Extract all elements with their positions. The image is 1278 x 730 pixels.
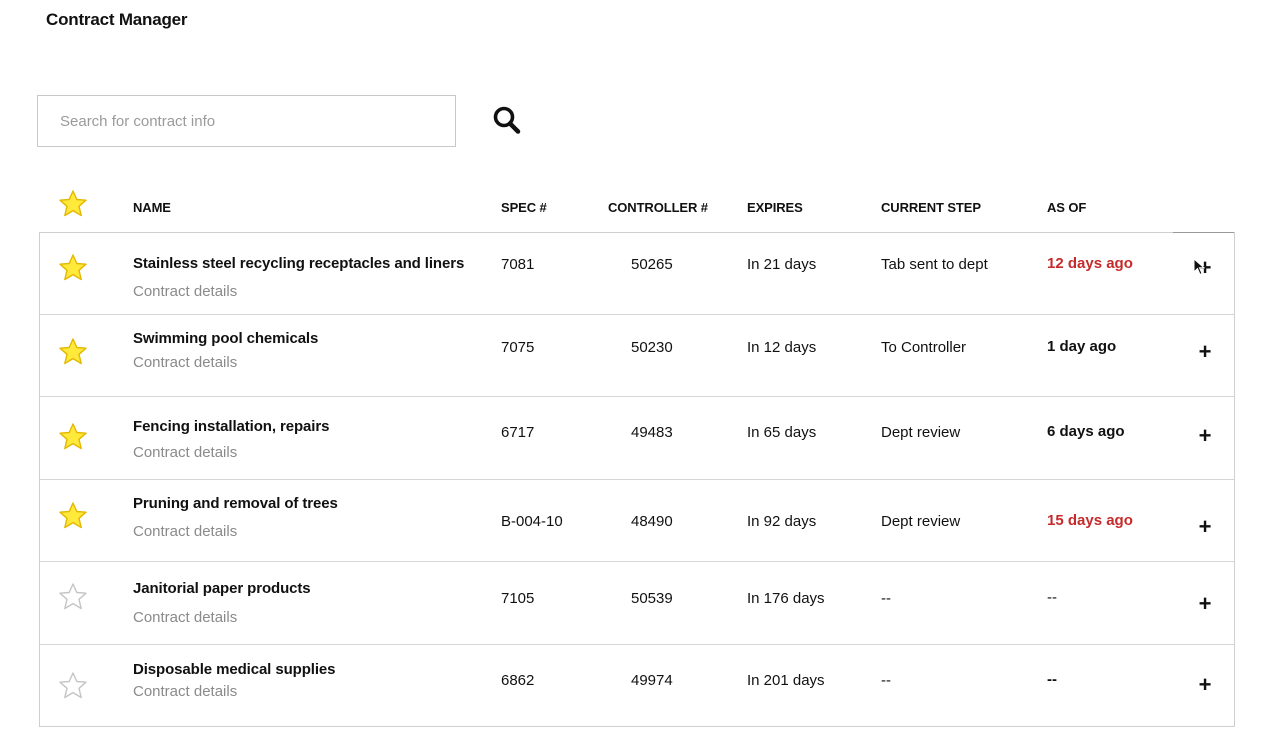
column-header-current-step[interactable]: CURRENT STEP xyxy=(881,200,981,215)
column-header-as-of[interactable]: AS OF xyxy=(1047,200,1086,215)
contract-name[interactable]: Disposable medical supplies xyxy=(133,661,335,678)
contract-details-link[interactable]: Contract details xyxy=(133,683,237,700)
favorites-filter-star-icon[interactable] xyxy=(58,189,88,219)
spec-number: 6717 xyxy=(501,424,535,441)
as-of-text: 15 days ago xyxy=(1047,512,1133,529)
controller-number: 48490 xyxy=(631,513,673,530)
table-row[interactable]: Pruning and removal of trees Contract det… xyxy=(40,480,1234,562)
current-step: Dept review xyxy=(881,424,961,441)
spec-number: 7105 xyxy=(501,590,535,607)
expand-row-button[interactable]: + xyxy=(1195,514,1215,539)
plus-icon: + xyxy=(1198,514,1212,539)
search-button[interactable] xyxy=(490,104,524,136)
expand-row-button[interactable]: + xyxy=(1195,255,1215,280)
controller-number: 49974 xyxy=(631,672,673,689)
current-step: To Controller xyxy=(881,339,967,356)
contract-details-link[interactable]: Contract details xyxy=(133,283,237,300)
contract-name[interactable]: Stainless steel recycling receptacles an… xyxy=(133,255,464,272)
star-empty-icon[interactable] xyxy=(58,582,88,612)
contract-details-link[interactable]: Contract details xyxy=(133,609,237,626)
expand-row-button[interactable]: + xyxy=(1195,672,1215,697)
plus-icon: + xyxy=(1198,423,1212,448)
search-icon xyxy=(493,106,521,134)
controller-number: 50230 xyxy=(631,339,673,356)
expires-text: In 92 days xyxy=(747,513,817,530)
expires-text: In 65 days xyxy=(747,424,817,441)
expand-row-button[interactable]: + xyxy=(1195,423,1215,448)
as-of-text: 1 day ago xyxy=(1047,338,1117,355)
column-header-spec[interactable]: SPEC # xyxy=(501,200,547,215)
spec-number: B-004-10 xyxy=(501,513,563,530)
table-row[interactable]: Fencing installation, repairs Contract de… xyxy=(40,397,1234,480)
current-step: Dept review xyxy=(881,513,961,530)
expires-text: In 12 days xyxy=(747,339,817,356)
table-row[interactable]: Disposable medical supplies Contract deta… xyxy=(40,645,1234,726)
as-of-text: 6 days ago xyxy=(1047,423,1125,440)
page-title: Contract Manager xyxy=(46,10,188,29)
current-step: Tab sent to dept xyxy=(881,256,988,273)
controller-number: 49483 xyxy=(631,424,673,441)
as-of-text: -- xyxy=(1047,671,1057,688)
star-filled-icon[interactable] xyxy=(58,501,88,531)
contracts-table: Stainless steel recycling receptacles an… xyxy=(39,232,1235,727)
controller-number: 50265 xyxy=(631,256,673,273)
current-step: -- xyxy=(881,590,891,607)
controller-number: 50539 xyxy=(631,590,673,607)
contract-details-link[interactable]: Contract details xyxy=(133,354,237,371)
column-header-expires[interactable]: EXPIRES xyxy=(747,200,803,215)
star-filled-icon[interactable] xyxy=(58,422,88,452)
column-header-name[interactable]: NAME xyxy=(133,200,171,215)
star-filled-icon[interactable] xyxy=(58,337,88,367)
table-row[interactable]: Janitorial paper products Contract detail… xyxy=(40,562,1234,645)
search-box[interactable] xyxy=(37,95,456,147)
contract-name[interactable]: Pruning and removal of trees xyxy=(133,495,338,512)
plus-icon: + xyxy=(1198,339,1212,364)
expand-row-button[interactable]: + xyxy=(1195,591,1215,616)
spec-number: 7081 xyxy=(501,256,535,273)
table-row[interactable]: Stainless steel recycling receptacles an… xyxy=(40,232,1234,315)
table-header: NAME SPEC # CONTROLLER # EXPIRES CURRENT… xyxy=(39,185,1235,232)
plus-icon: + xyxy=(1198,672,1212,697)
star-empty-icon[interactable] xyxy=(58,671,88,701)
star-filled-icon[interactable] xyxy=(58,253,88,283)
plus-icon: + xyxy=(1198,255,1212,280)
contract-details-link[interactable]: Contract details xyxy=(133,523,237,540)
contract-name[interactable]: Janitorial paper products xyxy=(133,580,311,597)
table-row[interactable]: Swimming pool chemicals Contract details 7… xyxy=(40,315,1234,397)
expires-text: In 176 days xyxy=(747,590,825,607)
plus-icon: + xyxy=(1198,591,1212,616)
column-header-controller[interactable]: CONTROLLER # xyxy=(608,200,708,215)
expires-text: In 21 days xyxy=(747,256,817,273)
expires-text: In 201 days xyxy=(747,672,825,689)
spec-number: 6862 xyxy=(501,672,535,689)
as-of-text: 12 days ago xyxy=(1047,255,1133,272)
as-of-text: -- xyxy=(1047,589,1057,606)
contract-name[interactable]: Swimming pool chemicals xyxy=(133,330,318,347)
current-step: -- xyxy=(881,672,891,689)
search-input[interactable] xyxy=(38,96,455,146)
spec-number: 7075 xyxy=(501,339,535,356)
expand-row-button[interactable]: + xyxy=(1195,339,1215,364)
contract-details-link[interactable]: Contract details xyxy=(133,444,237,461)
contract-name[interactable]: Fencing installation, repairs xyxy=(133,418,329,435)
